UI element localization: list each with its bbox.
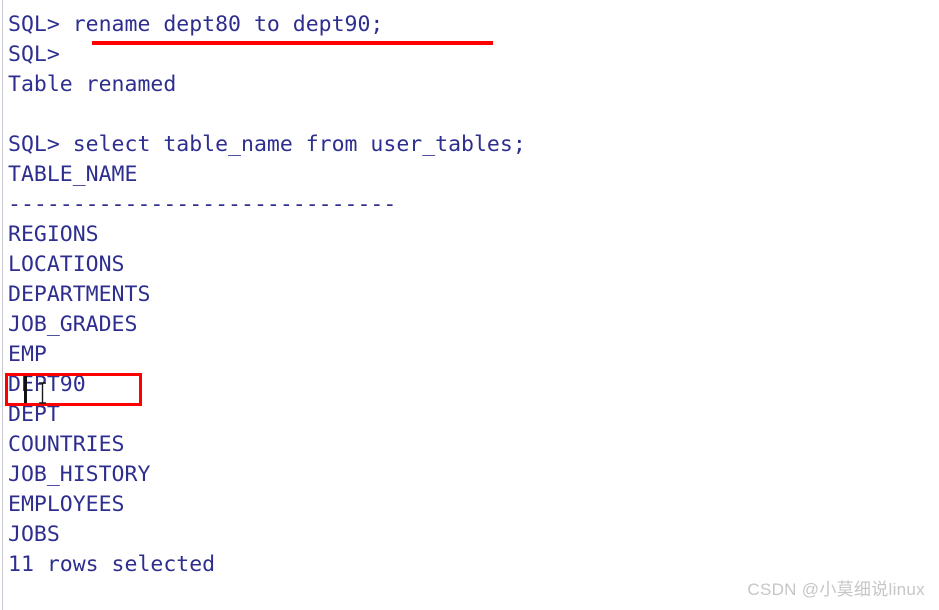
- console-line-row-dept90: DEPT90: [8, 372, 86, 397]
- console-line-column-header: TABLE_NAME: [8, 162, 138, 187]
- console-line-row-job-grades: JOB_GRADES: [8, 312, 138, 337]
- console-line-table-renamed: Table renamed: [8, 72, 177, 97]
- console-line-row-dept: DEPT: [8, 402, 60, 427]
- csdn-watermark: CSDN @小莫细说linux: [747, 580, 925, 599]
- console-line-row-locations: LOCATIONS: [8, 252, 125, 277]
- text-caret: [24, 376, 27, 403]
- terminal-window[interactable]: SQL> rename dept80 to dept90; SQL> Table…: [0, 0, 939, 610]
- console-line-row-emp: EMP: [8, 342, 47, 367]
- console-line-row-employees: EMPLOYEES: [8, 492, 125, 517]
- console-line-row-jobs: JOBS: [8, 522, 60, 547]
- console-line-row-regions: REGIONS: [8, 222, 99, 247]
- rename-command-underline-annotation: [92, 41, 493, 45]
- console-left-border: [2, 0, 3, 610]
- console-line-row-departments: DEPARTMENTS: [8, 282, 151, 307]
- console-line-row-job-history: JOB_HISTORY: [8, 462, 151, 487]
- console-line-row-countries: COUNTRIES: [8, 432, 125, 457]
- console-line-select-command: SQL> select table_name from user_tables;: [8, 132, 526, 157]
- console-output: SQL> rename dept80 to dept90; SQL> Table…: [8, 10, 928, 580]
- console-line-rename-command: SQL> rename dept80 to dept90;: [8, 12, 384, 37]
- console-line-header-rule: ------------------------------: [8, 192, 397, 217]
